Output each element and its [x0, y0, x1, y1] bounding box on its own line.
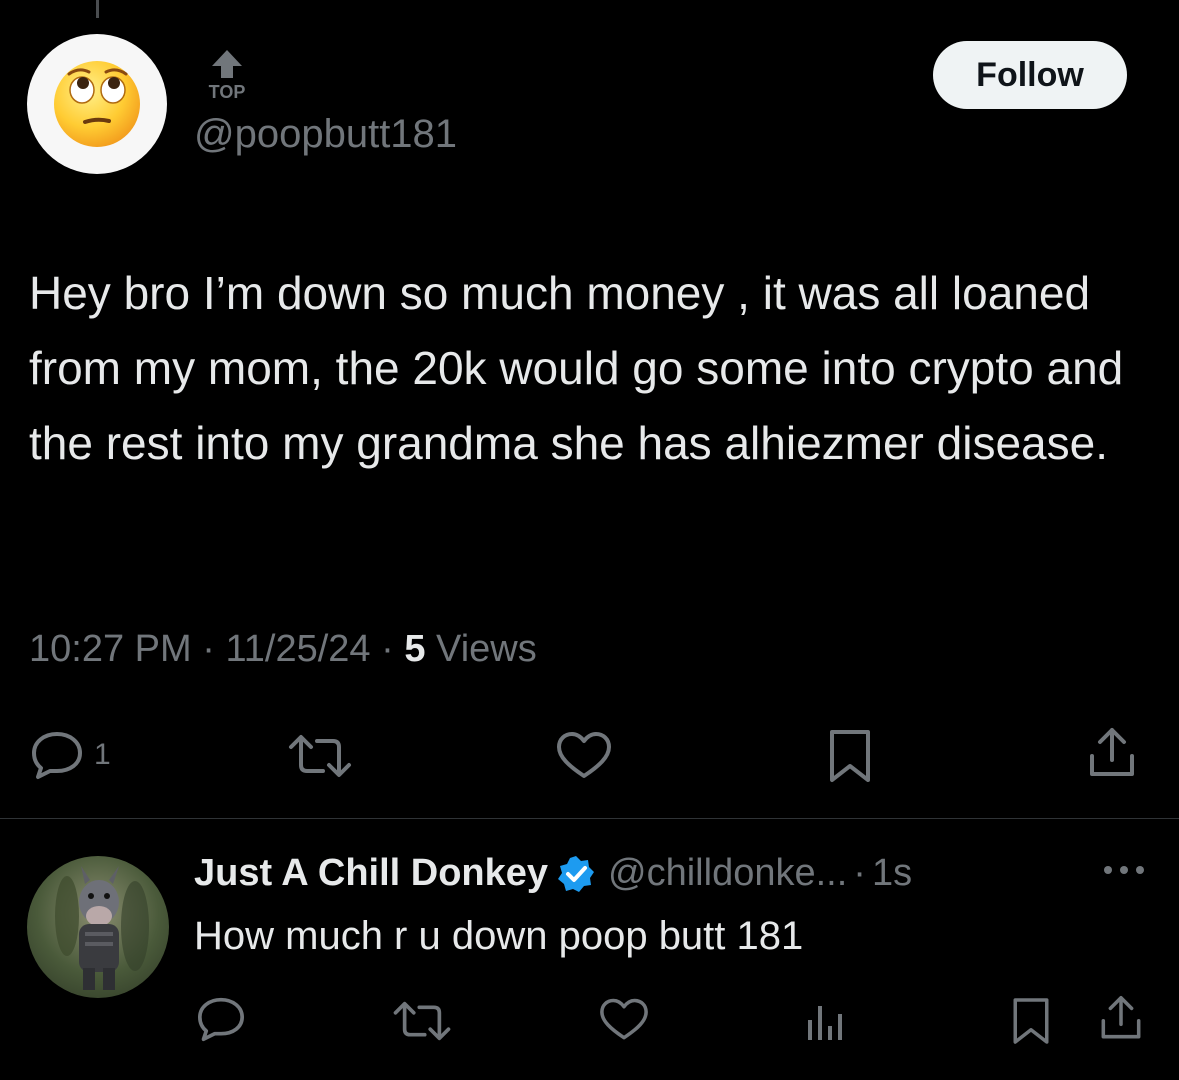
tweet-author-avatar[interactable]: [27, 34, 167, 174]
retweet-action[interactable]: [285, 731, 355, 781]
reply-count: 1: [94, 738, 111, 771]
divider: [0, 818, 1179, 819]
retweet-icon: [393, 1001, 451, 1041]
meta-separator: ·: [381, 628, 405, 670]
like-action[interactable]: [555, 730, 613, 782]
heart-icon: [600, 998, 648, 1040]
bookmark-icon: [1013, 998, 1049, 1044]
reply-bookmark-action[interactable]: [1010, 996, 1052, 1046]
follow-button[interactable]: Follow: [933, 41, 1127, 109]
tweet-date[interactable]: 11/25/24: [225, 628, 370, 670]
rolling-eyes-emoji-icon: [54, 61, 140, 147]
views-label: Views: [436, 628, 537, 670]
reply-views-action[interactable]: [804, 996, 850, 1044]
share-icon: [1101, 996, 1141, 1039]
reply-retweet-action[interactable]: [390, 998, 454, 1044]
heart-icon: [557, 732, 611, 778]
reply-share-action[interactable]: [1098, 994, 1144, 1044]
reply-reply-action[interactable]: [196, 996, 246, 1042]
views-count: 5: [404, 628, 426, 670]
verified-badge-icon: [556, 854, 596, 894]
retweet-icon: [289, 735, 351, 777]
top-badge-label: TOP: [208, 82, 246, 102]
reply-like-action[interactable]: [598, 997, 650, 1043]
analytics-icon: [808, 1006, 842, 1040]
comment-icon: [198, 997, 244, 1042]
comment-icon: [32, 732, 82, 779]
tweet-time[interactable]: 10:27 PM: [29, 628, 192, 670]
reply-time[interactable]: 1s: [872, 852, 912, 895]
reply-author-handle[interactable]: @chilldonke...: [608, 852, 847, 895]
header-separator: ·: [853, 852, 866, 894]
tweet-author-handle[interactable]: @poopbutt181: [194, 112, 457, 157]
share-action[interactable]: [1086, 726, 1138, 782]
bookmark-icon: [830, 730, 870, 782]
reply-author-avatar[interactable]: [27, 856, 169, 998]
more-options-button[interactable]: [1100, 860, 1148, 885]
tweet-text: Hey bro I’m down so much money , it was …: [29, 267, 1124, 469]
meta-separator: ·: [202, 628, 226, 670]
thread-connector-line: [96, 0, 99, 18]
reply-header: Just A Chill Donkey @chilldonke... · 1s: [194, 852, 912, 895]
share-icon: [1090, 728, 1134, 776]
reply-action[interactable]: 1: [30, 730, 111, 780]
tweet-meta: 10:27 PM · 11/25/24 · 5 Views: [29, 628, 537, 671]
reply-author-name[interactable]: Just A Chill Donkey: [194, 852, 548, 895]
reply-text: How much r u down poop butt 181: [194, 914, 804, 958]
more-dots-icon: [1104, 866, 1144, 874]
donkey-avatar-icon: [55, 866, 149, 990]
arrow-up-icon: [212, 50, 242, 78]
top-badge: TOP: [204, 48, 250, 106]
bookmark-action[interactable]: [826, 728, 874, 784]
